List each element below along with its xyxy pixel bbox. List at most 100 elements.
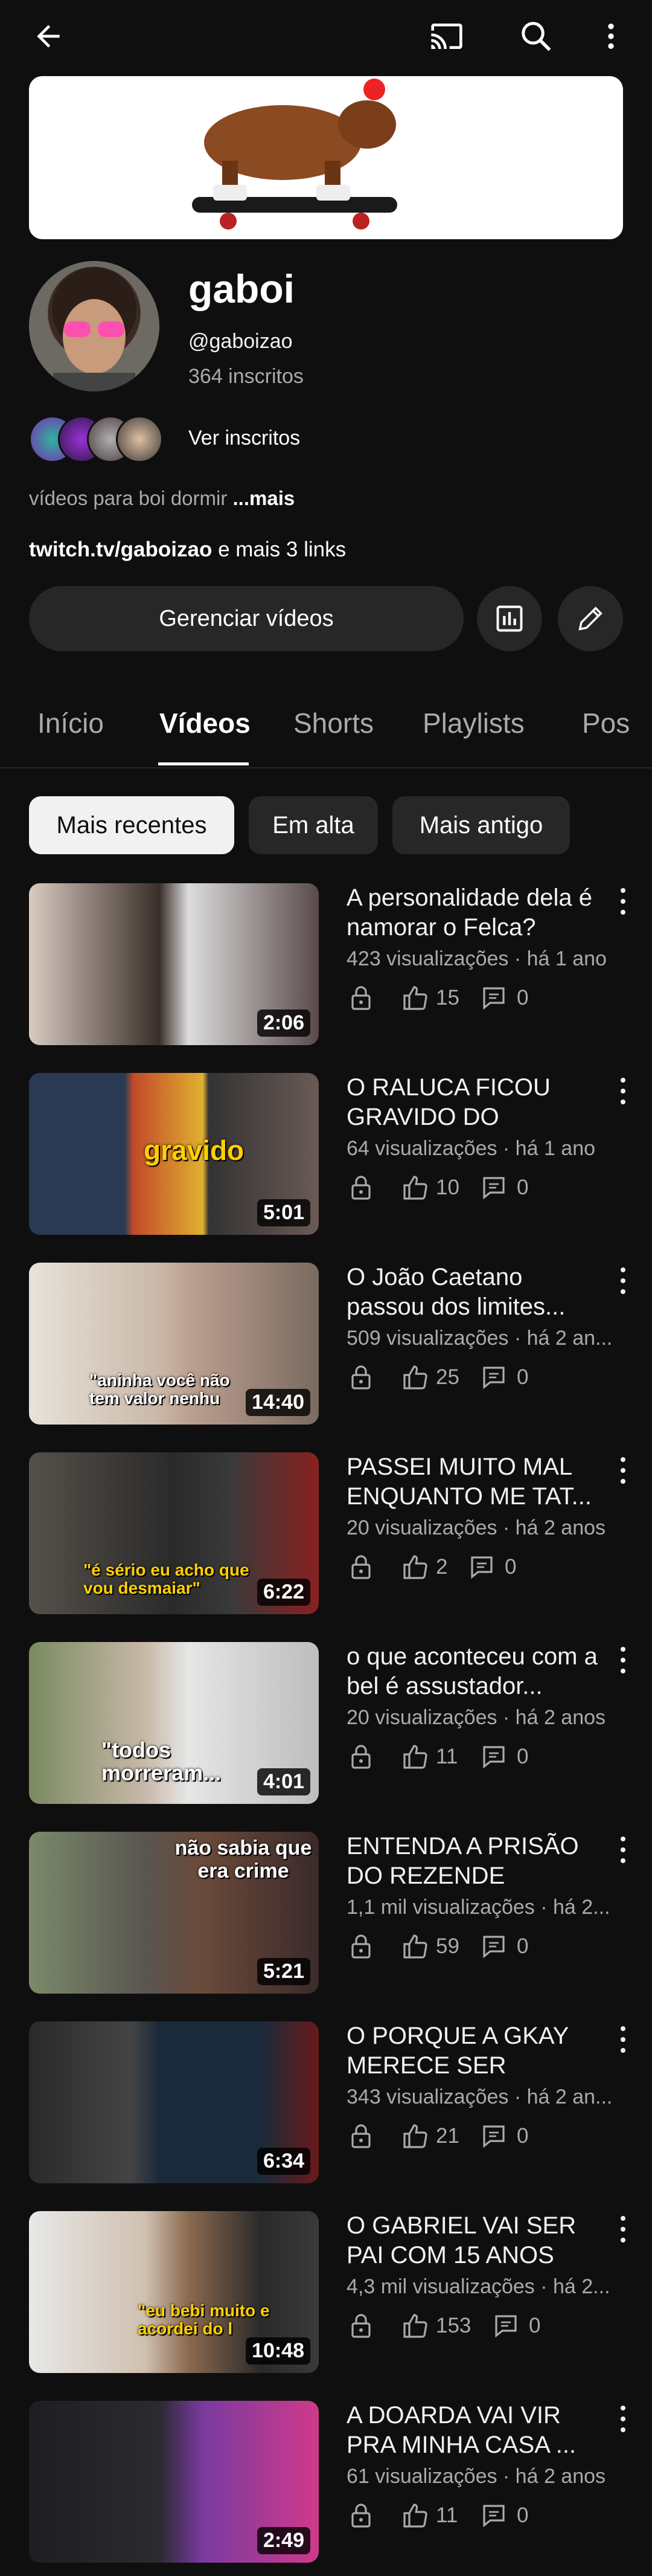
more-options-button[interactable] bbox=[587, 12, 635, 60]
video-duration: 14:40 bbox=[246, 1389, 310, 1416]
chip-oldest[interactable]: Mais antigo bbox=[392, 796, 570, 854]
video-title[interactable]: O RALUCA FICOU GRAVIDO DO JEANL... bbox=[347, 1073, 600, 1132]
video-duration: 10:48 bbox=[246, 2337, 310, 2365]
video-item[interactable]: "todos morreram... 4:01 o que aconteceu … bbox=[0, 1642, 652, 1817]
cast-icon bbox=[431, 24, 462, 49]
analytics-icon bbox=[496, 605, 523, 632]
back-button[interactable] bbox=[24, 12, 72, 60]
comment-count: 0 bbox=[479, 1359, 528, 1396]
thumbnail-caption: "todos morreram... bbox=[101, 1737, 222, 1785]
edit-channel-button[interactable] bbox=[558, 586, 623, 651]
more-links[interactable]: e mais 3 links bbox=[212, 538, 346, 561]
thumbnail-caption: não sabia que era crime bbox=[174, 1837, 312, 1882]
video-more-button[interactable] bbox=[609, 886, 638, 922]
tab-playlists[interactable]: Playlists bbox=[423, 707, 525, 739]
comment-icon bbox=[483, 1177, 505, 1200]
tab-shorts[interactable]: Shorts bbox=[293, 707, 374, 739]
video-stats: 10 0 bbox=[347, 1170, 624, 1206]
video-more-button[interactable] bbox=[609, 1075, 638, 1112]
video-thumbnail[interactable]: gravido 5:01 bbox=[29, 1073, 319, 1235]
analytics-button[interactable] bbox=[477, 586, 542, 651]
visibility-private bbox=[347, 1739, 376, 1775]
like-count: 15 bbox=[401, 980, 459, 1016]
comment-count-value: 0 bbox=[505, 1555, 517, 1579]
like-count-value: 15 bbox=[436, 986, 459, 1009]
video-item[interactable]: "eu bebi muito e acordei do l 10:48 O GA… bbox=[0, 2211, 652, 2386]
lock-icon bbox=[351, 986, 371, 1010]
tab-home[interactable]: Início bbox=[37, 707, 104, 739]
channel-name: gaboi bbox=[188, 266, 295, 311]
video-title[interactable]: O João Caetano passou dos limites... bbox=[347, 1263, 600, 1322]
channel-links[interactable]: twitch.tv/gaboizao e mais 3 links bbox=[29, 538, 346, 562]
video-item[interactable]: gravido 5:01 O RALUCA FICOU GRAVIDO DO J… bbox=[0, 1073, 652, 1248]
video-title[interactable]: o que aconteceu com a bel é assustador..… bbox=[347, 1642, 600, 1701]
video-item[interactable]: "aninha você não tem valor nenhu 14:40 O… bbox=[0, 1263, 652, 1438]
video-title[interactable]: O GABRIEL VAI SER PAI COM 15 ANOS bbox=[347, 2211, 600, 2270]
tab-videos[interactable]: Vídeos bbox=[159, 707, 251, 739]
chip-latest[interactable]: Mais recentes bbox=[29, 796, 234, 854]
thumbs-up-icon bbox=[403, 2504, 427, 2528]
channel-description[interactable]: vídeos para boi dormir ...mais bbox=[29, 487, 295, 510]
manage-videos-button[interactable]: Gerenciar vídeos bbox=[29, 586, 464, 651]
video-thumbnail[interactable]: "aninha você não tem valor nenhu 14:40 bbox=[29, 1263, 319, 1425]
video-thumbnail[interactable]: 2:06 bbox=[29, 883, 319, 1045]
comment-count-value: 0 bbox=[517, 986, 529, 1009]
video-title[interactable]: A DOARDA VAI VIR PRA MINHA CASA ... bbox=[347, 2401, 600, 2460]
thumbnail-caption: gravido bbox=[144, 1135, 245, 1166]
channel-handle: @gaboizao bbox=[188, 330, 293, 353]
video-thumbnail[interactable]: 6:34 bbox=[29, 2021, 319, 2183]
comment-count: 0 bbox=[479, 2118, 528, 2154]
comment-icon bbox=[471, 1556, 493, 1579]
comment-icon bbox=[483, 1367, 505, 1389]
video-more-button[interactable] bbox=[609, 2403, 638, 2439]
video-title[interactable]: A personalidade dela é namorar o Felca? bbox=[347, 883, 600, 942]
cast-button[interactable] bbox=[423, 12, 471, 60]
channel-avatar[interactable] bbox=[29, 261, 159, 391]
video-thumbnail[interactable]: 2:49 bbox=[29, 2401, 319, 2563]
comment-count-value: 0 bbox=[517, 2124, 529, 2148]
chip-popular[interactable]: Em alta bbox=[249, 796, 378, 854]
video-stats: 15 0 bbox=[347, 980, 624, 1016]
comment-count: 0 bbox=[467, 1549, 516, 1585]
tab-posts[interactable]: Pos bbox=[582, 707, 630, 739]
like-count-value: 2 bbox=[436, 1555, 448, 1579]
like-count-value: 11 bbox=[436, 1745, 458, 1768]
like-count-value: 153 bbox=[436, 2314, 471, 2337]
video-item[interactable]: 2:06 A personalidade dela é namorar o Fe… bbox=[0, 883, 652, 1058]
video-duration: 4:01 bbox=[257, 1768, 310, 1795]
video-item[interactable]: "é sério eu acho que vou desmaiar" 6:22 … bbox=[0, 1452, 652, 1628]
search-button[interactable] bbox=[512, 12, 560, 60]
video-title[interactable]: ENTENDA A PRISÃO DO REZENDE bbox=[347, 1832, 600, 1891]
subscriber-count: 364 inscritos bbox=[188, 365, 304, 388]
lock-icon bbox=[351, 2314, 371, 2338]
video-thumbnail[interactable]: "é sério eu acho que vou desmaiar" 6:22 bbox=[29, 1452, 319, 1614]
like-count: 10 bbox=[401, 1170, 459, 1206]
video-more-button[interactable] bbox=[609, 2024, 638, 2060]
video-more-button[interactable] bbox=[609, 1644, 638, 1681]
video-title[interactable]: PASSEI MUITO MAL ENQUANTO ME TAT... bbox=[347, 1452, 600, 1512]
subscriber-avatar bbox=[116, 416, 163, 463]
comment-count: 0 bbox=[479, 1739, 528, 1775]
subscriber-avatars[interactable] bbox=[29, 416, 180, 463]
see-subscribers-link[interactable]: Ver inscritos bbox=[188, 427, 300, 450]
description-more[interactable]: ...mais bbox=[233, 487, 295, 509]
thumbs-up-icon bbox=[403, 986, 427, 1010]
video-thumbnail[interactable]: não sabia que era crime 5:21 bbox=[29, 1832, 319, 1994]
video-thumbnail[interactable]: "todos morreram... 4:01 bbox=[29, 1642, 319, 1804]
comment-icon bbox=[483, 1936, 505, 1959]
more-vert-icon bbox=[608, 24, 614, 49]
video-item[interactable]: 6:34 O PORQUE A GKAY MERECE SER CANC... … bbox=[0, 2021, 652, 2197]
comment-icon bbox=[495, 2315, 517, 2338]
main-link[interactable]: twitch.tv/gaboizao bbox=[29, 538, 212, 561]
thumbs-up-icon bbox=[403, 1555, 427, 1579]
comment-count: 0 bbox=[479, 980, 528, 1016]
video-item[interactable]: não sabia que era crime 5:21 ENTENDA A P… bbox=[0, 1832, 652, 2007]
lock-icon bbox=[351, 1365, 371, 1389]
video-more-button[interactable] bbox=[609, 1834, 638, 1870]
video-more-button[interactable] bbox=[609, 1265, 638, 1301]
video-title[interactable]: O PORQUE A GKAY MERECE SER CANC... bbox=[347, 2021, 600, 2081]
video-thumbnail[interactable]: "eu bebi muito e acordei do l 10:48 bbox=[29, 2211, 319, 2373]
video-item[interactable]: 2:49 A DOARDA VAI VIR PRA MINHA CASA ...… bbox=[0, 2401, 652, 2576]
video-more-button[interactable] bbox=[609, 2214, 638, 2250]
video-more-button[interactable] bbox=[609, 1455, 638, 1491]
